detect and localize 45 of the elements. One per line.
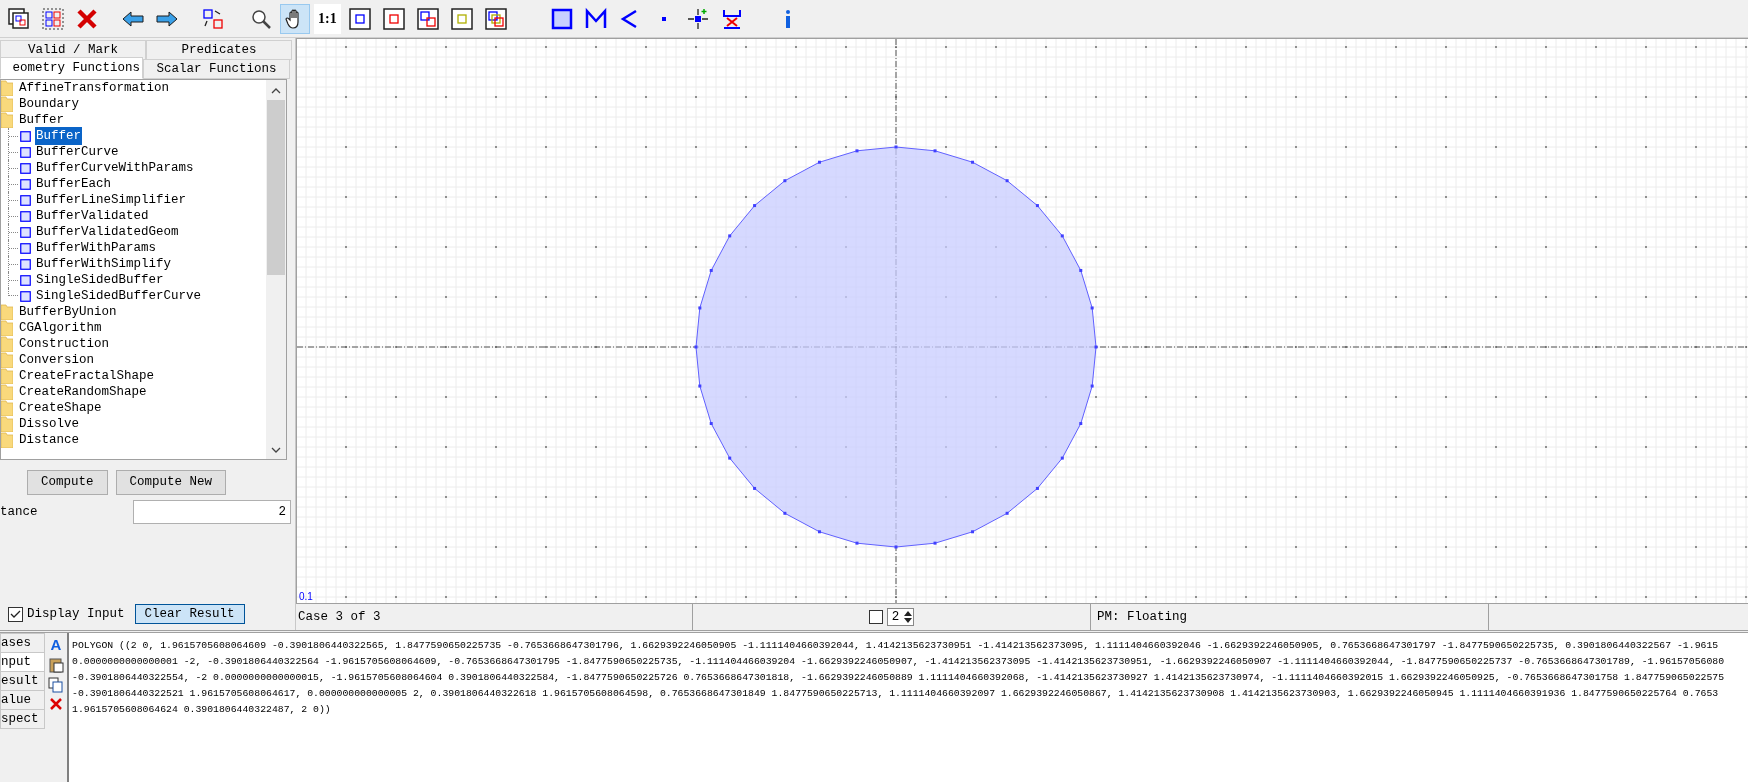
- function-square-icon[interactable]: [20, 146, 31, 158]
- tab[interactable]: spect: [0, 709, 45, 729]
- function-square-icon[interactable]: [20, 130, 31, 142]
- tab[interactable]: nput: [0, 652, 45, 672]
- scale-label: 0.1: [299, 591, 313, 603]
- checkbox[interactable]: [8, 606, 23, 622]
- function-square-icon[interactable]: [20, 290, 31, 302]
- function-square-icon[interactable]: [20, 242, 31, 254]
- function-square-icon[interactable]: [20, 274, 31, 286]
- wkt-text-area[interactable]: POLYGON ((2 0, 1.9615705608064609 -0.3901806440322565, 1.8477590650225735 -0.7653668647301796, 1.6629392246050905 -1.1111404660392044, 1.4142135623730951 -1.414213562373095, 1.1111404660392046 -1.6629392246050905, 0.7653668647301797 -1.8477590650225735, 0.3901806440322567 -1.9615 0.0000000000000001 -2, -0.3901806440322564 -1.9615705608064609, -0.7653668647301795 -1.8477590650225735, -1.111404466039204 -1.6629392246050907, -1.414213562373095 -1.4142135623730951, -1.6629392246050907 -1.1111404660392044, -1.8477590650225737 -0.7653668647301789, -1.96157056080 -0.3901806440322554, -2 0.0000000000000015, -1.9615705608064604 0.3901806440322584, -1.8477590650225726 0.7653668647301818, -1.6629392246050889 1.1111404660392068, -1.4142135623730927 1.4142135623730974, -1.1111404660392015 1.6629392246050925, -0.7653668647301758 1.847759065022575 -0.3901806440322521 1.9615705608064617, 0.000000000000005 2, 0.3901806440322618 1.9615705608064598, 0.7653668647301849 1.8477590650225713, 1.1111404660392097 1.6629392246050867, 1.4142135623730908 1.4142135623730903, 1.6629392246050945 1.1111404660391936 1.8477590650225764 0.7653 1.9615705608064624 0.3901806440322487, 2 0)): [67, 633, 1748, 782]
- tab[interactable]: Scalar Functions: [143, 59, 290, 79]
- compute-button[interactable]: Compute New: [115, 470, 227, 495]
- tab[interactable]: esult: [0, 671, 45, 691]
- spinner-arrows-icon[interactable]: [903, 609, 914, 625]
- clear-result-button[interactable]: Clear Result: [134, 604, 245, 624]
- one-to-one-button[interactable]: 1:1: [314, 3, 341, 34]
- case-counter: Case 3 of 3: [298, 608, 381, 626]
- function-square-icon[interactable]: [20, 194, 31, 206]
- function-square-icon[interactable]: [20, 178, 31, 190]
- tab[interactable]: eometry Functions: [0, 57, 143, 79]
- function-square-icon[interactable]: [20, 210, 31, 222]
- tab[interactable]: Predicates: [146, 40, 292, 60]
- distance-field[interactable]: 2: [133, 500, 291, 524]
- copy-icon[interactable]: [48, 677, 64, 693]
- scroll-up-icon[interactable]: [271, 88, 281, 94]
- scroll-thumb[interactable]: [267, 100, 285, 275]
- distance-label: tance: [0, 503, 39, 521]
- map-canvas[interactable]: 0.1: [296, 38, 1748, 603]
- tab[interactable]: Valid / Mark: [0, 40, 146, 60]
- compute-button[interactable]: Compute: [27, 470, 108, 495]
- delete-icon[interactable]: [49, 697, 63, 711]
- font-button[interactable]: A: [50, 637, 62, 653]
- scroll-down-icon[interactable]: [271, 447, 281, 453]
- tab[interactable]: ases: [0, 633, 45, 653]
- precision-model: PM: Floating: [1097, 608, 1187, 626]
- checkbox[interactable]: [868, 610, 883, 624]
- function-square-icon[interactable]: [20, 226, 31, 238]
- function-square-icon[interactable]: [20, 258, 31, 270]
- paste-icon[interactable]: [48, 657, 64, 673]
- spinner[interactable]: 2: [886, 608, 915, 626]
- tree-item[interactable]: Buffer: [35, 126, 82, 146]
- display-input-label[interactable]: Display Input: [27, 604, 125, 624]
- tab[interactable]: alue: [0, 690, 45, 710]
- function-square-icon[interactable]: [20, 162, 31, 174]
- scrollbar[interactable]: [266, 80, 286, 459]
